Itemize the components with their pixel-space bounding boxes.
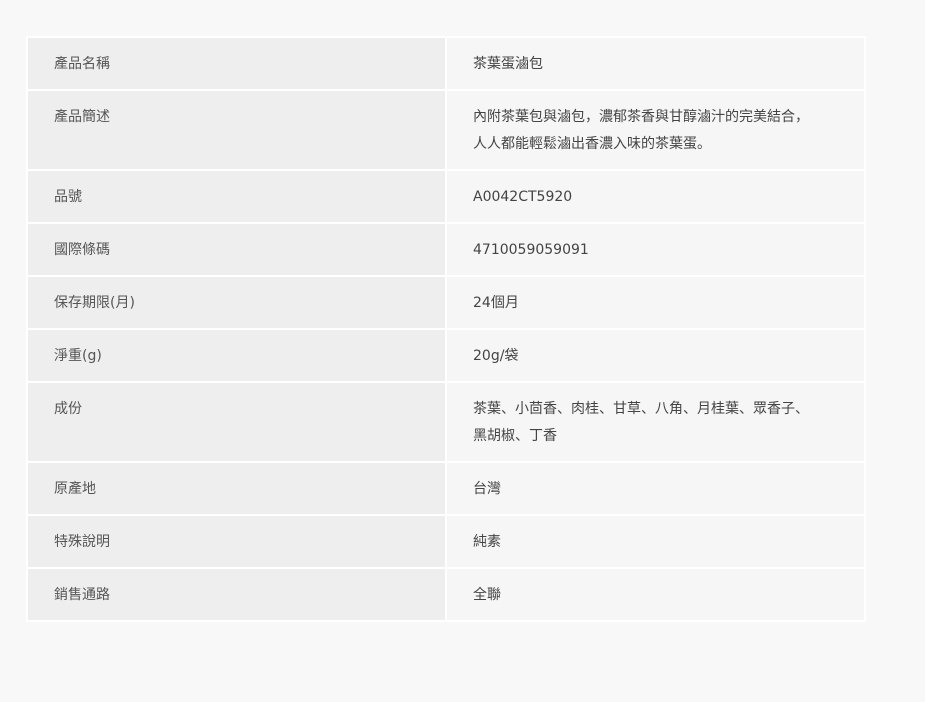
table-row-shelf-life: 保存期限(月) 24個月: [26, 275, 866, 330]
row-label: 品號: [26, 169, 447, 224]
row-value-line: 人人都能輕鬆滷出香濃入味的茶葉蛋。: [473, 136, 711, 152]
row-value: 茶葉、小茴香、肉桂、甘草、八角、月桂葉、眾香子、 黑胡椒、丁香: [445, 381, 866, 463]
row-value-line: 茶葉、小茴香、肉桂、甘草、八角、月桂葉、眾香子、: [473, 401, 809, 417]
table-row-ingredients: 成份 茶葉、小茴香、肉桂、甘草、八角、月桂葉、眾香子、 黑胡椒、丁香: [26, 381, 866, 463]
table-row-sales-channel: 銷售通路 全聯: [26, 567, 866, 622]
table-row-item-number: 品號 A0042CT5920: [26, 169, 866, 224]
row-value: 內附茶葉包與滷包，濃郁茶香與甘醇滷汁的完美結合， 人人都能輕鬆滷出香濃入味的茶葉…: [445, 89, 866, 171]
row-value-line: 內附茶葉包與滷包，濃郁茶香與甘醇滷汁的完美結合，: [473, 109, 809, 125]
row-label: 成份: [26, 381, 447, 463]
row-label: 保存期限(月): [26, 275, 447, 330]
row-value: 純素: [445, 514, 866, 569]
row-label: 淨重(g): [26, 328, 447, 383]
row-label: 銷售通路: [26, 567, 447, 622]
row-label: 產品簡述: [26, 89, 447, 171]
row-label: 特殊說明: [26, 514, 447, 569]
table-row-barcode: 國際條碼 4710059059091: [26, 222, 866, 277]
row-label: 產品名稱: [26, 36, 447, 91]
row-label: 國際條碼: [26, 222, 447, 277]
row-value: 20g/袋: [445, 328, 866, 383]
table-row-special-notes: 特殊說明 純素: [26, 514, 866, 569]
table-row-product-description: 產品簡述 內附茶葉包與滷包，濃郁茶香與甘醇滷汁的完美結合， 人人都能輕鬆滷出香濃…: [26, 89, 866, 171]
row-value: 茶葉蛋滷包: [445, 36, 866, 91]
table-row-product-name: 產品名稱 茶葉蛋滷包: [26, 36, 866, 91]
row-value-line: 黑胡椒、丁香: [473, 428, 557, 444]
table-row-net-weight: 淨重(g) 20g/袋: [26, 328, 866, 383]
product-spec-table: 產品名稱 茶葉蛋滷包 產品簡述 內附茶葉包與滷包，濃郁茶香與甘醇滷汁的完美結合，…: [26, 36, 866, 622]
row-value: 4710059059091: [445, 222, 866, 277]
row-value: 全聯: [445, 567, 866, 622]
row-value: 台灣: [445, 461, 866, 516]
row-value: 24個月: [445, 275, 866, 330]
row-value: A0042CT5920: [445, 169, 866, 224]
table-row-origin: 原產地 台灣: [26, 461, 866, 516]
row-label: 原產地: [26, 461, 447, 516]
